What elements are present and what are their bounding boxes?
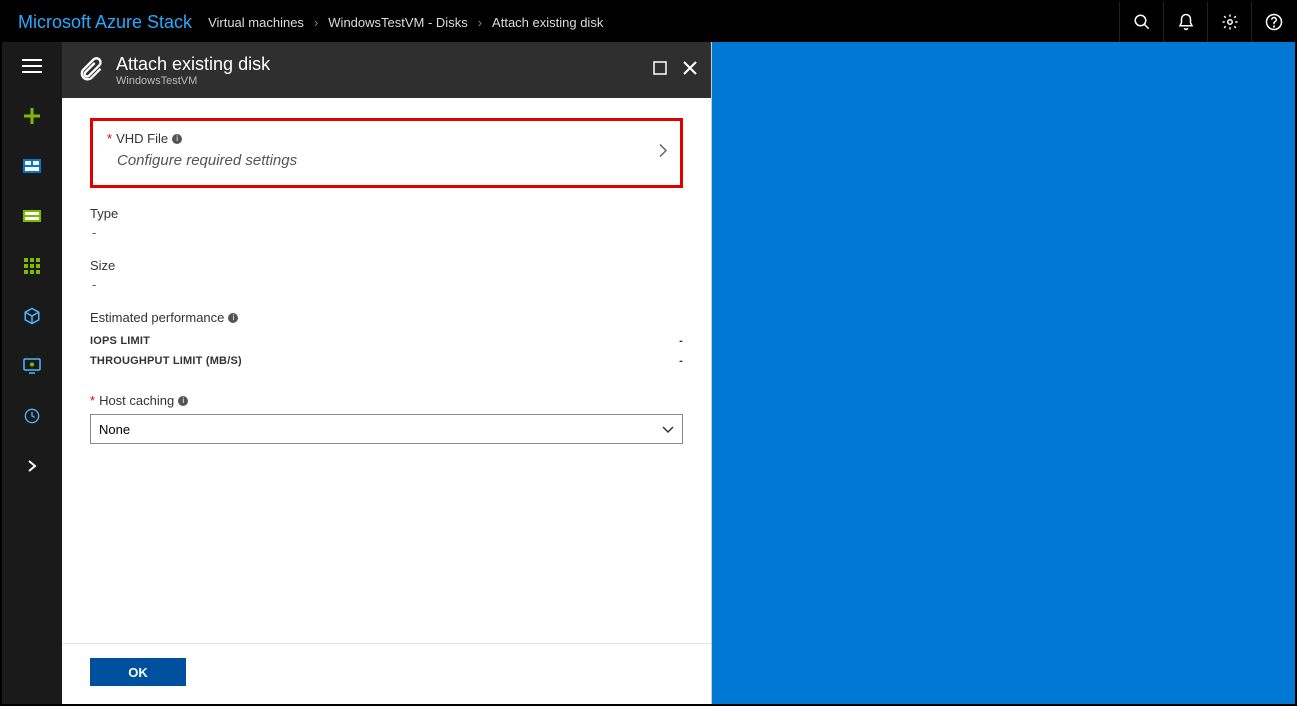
chevron-right-icon [658, 143, 668, 164]
size-value: - [90, 277, 683, 292]
maximize-icon[interactable] [653, 61, 667, 80]
breadcrumb-item[interactable]: Attach existing disk [492, 15, 603, 30]
brand: Microsoft Azure Stack [2, 12, 208, 33]
menu-icon[interactable] [14, 52, 50, 80]
new-icon[interactable] [14, 102, 50, 130]
blade-footer: OK [62, 643, 711, 704]
attach-icon [76, 56, 104, 84]
blade-title: Attach existing disk [116, 54, 641, 75]
type-value: - [90, 225, 683, 240]
notifications-icon[interactable] [1163, 2, 1207, 42]
recent-icon[interactable] [14, 402, 50, 430]
content-area: Attach existing disk WindowsTestVM * [62, 42, 1295, 704]
blade-attach-disk: Attach existing disk WindowsTestVM * [62, 42, 712, 704]
size-field: Size - [90, 258, 683, 292]
host-caching-field: * Host caching i None [90, 393, 683, 444]
blade-body: * VHD File i Configure required settings… [62, 98, 711, 643]
cube-icon[interactable] [14, 302, 50, 330]
required-indicator: * [107, 131, 112, 146]
all-resources-icon[interactable] [14, 252, 50, 280]
info-icon[interactable]: i [178, 396, 188, 406]
host-caching-select[interactable]: None [90, 414, 683, 444]
estimated-performance-label: Estimated performance [90, 310, 224, 325]
perf-row-value: - [679, 335, 683, 347]
dashboard-icon[interactable] [14, 152, 50, 180]
ok-button[interactable]: OK [90, 658, 186, 686]
vhd-file-selector[interactable]: * VHD File i Configure required settings [90, 118, 683, 188]
perf-row-value: - [679, 355, 683, 367]
chevron-down-icon [662, 422, 674, 437]
type-label: Type [90, 206, 683, 221]
main: Attach existing disk WindowsTestVM * [2, 42, 1295, 704]
perf-row-iops: IOPS LIMIT - [90, 331, 683, 351]
blade-subtitle: WindowsTestVM [116, 75, 641, 87]
vhd-file-placeholder: Configure required settings [107, 146, 666, 169]
perf-row-throughput: THROUGHPUT LIMIT (MB/S) - [90, 351, 683, 371]
size-label: Size [90, 258, 683, 273]
type-field: Type - [90, 206, 683, 240]
info-icon[interactable]: i [172, 134, 182, 144]
resource-groups-icon[interactable] [14, 202, 50, 230]
host-caching-value: None [99, 422, 130, 437]
help-icon[interactable] [1251, 2, 1295, 42]
perf-row-name: THROUGHPUT LIMIT (MB/S) [90, 355, 242, 367]
breadcrumb-item[interactable]: WindowsTestVM - Disks [328, 15, 467, 30]
host-caching-label: Host caching [99, 393, 174, 408]
monitor-icon[interactable] [14, 352, 50, 380]
close-icon[interactable] [683, 61, 697, 80]
breadcrumb-item[interactable]: Virtual machines [208, 15, 304, 30]
topbar-actions [1119, 2, 1295, 42]
chevron-right-icon: › [478, 15, 482, 30]
blade-header: Attach existing disk WindowsTestVM [62, 42, 711, 98]
required-indicator: * [90, 393, 95, 408]
breadcrumb: Virtual machines › WindowsTestVM - Disks… [208, 15, 1119, 30]
expand-icon[interactable] [14, 452, 50, 480]
perf-row-name: IOPS LIMIT [90, 335, 150, 347]
estimated-performance: Estimated performance i IOPS LIMIT - THR… [90, 310, 683, 371]
settings-icon[interactable] [1207, 2, 1251, 42]
chevron-right-icon: › [314, 15, 318, 30]
info-icon[interactable]: i [228, 313, 238, 323]
search-icon[interactable] [1119, 2, 1163, 42]
sidebar [2, 42, 62, 704]
vhd-file-label: VHD File [116, 131, 168, 146]
topbar: Microsoft Azure Stack Virtual machines ›… [2, 2, 1295, 42]
